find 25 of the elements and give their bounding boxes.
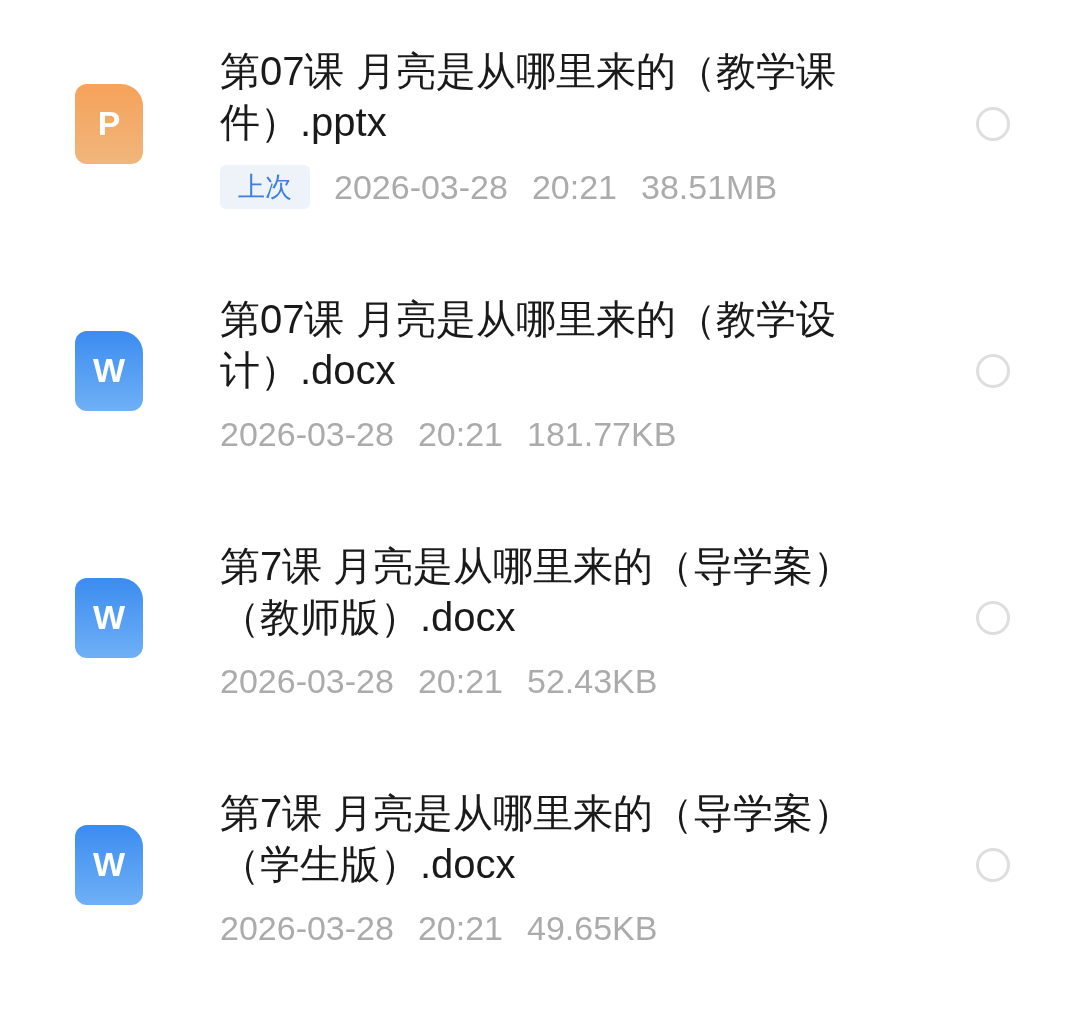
file-name[interactable]: 第07课 月亮是从哪里来的（教学课件）.pptx: [220, 46, 870, 148]
file-size: 52.43KB: [527, 661, 658, 702]
file-date: 2026-03-28: [220, 661, 394, 702]
file-date: 2026-03-28: [334, 167, 508, 208]
file-size: 181.77KB: [527, 414, 677, 455]
select-radio[interactable]: [976, 353, 1010, 388]
file-date: 2026-03-28: [220, 414, 394, 455]
file-time: 20:21: [417, 414, 503, 455]
file-time: 20:21: [417, 908, 503, 949]
file-date: 2026-03-28: [220, 908, 394, 949]
last-opened-tag: 上次: [220, 165, 310, 209]
select-radio[interactable]: [976, 106, 1010, 141]
file-icon: P: [75, 83, 143, 164]
file-name[interactable]: 第7课 月亮是从哪里来的（导学案）（教师版）.docx: [220, 541, 870, 643]
file-time: 20:21: [417, 661, 503, 702]
file-icon: W: [75, 824, 143, 905]
file-size: 49.65KB: [527, 908, 658, 949]
select-radio[interactable]: [976, 847, 1010, 882]
select-radio[interactable]: [976, 600, 1010, 635]
file-size: 38.51MB: [641, 167, 778, 208]
file-time: 20:21: [531, 167, 617, 208]
file-name[interactable]: 第07课 月亮是从哪里来的（教学设计）.docx: [220, 294, 870, 396]
file-icon: W: [75, 330, 143, 411]
file-icon: W: [75, 577, 143, 658]
file-name[interactable]: 第7课 月亮是从哪里来的（导学案）（学生版）.docx: [220, 788, 870, 890]
